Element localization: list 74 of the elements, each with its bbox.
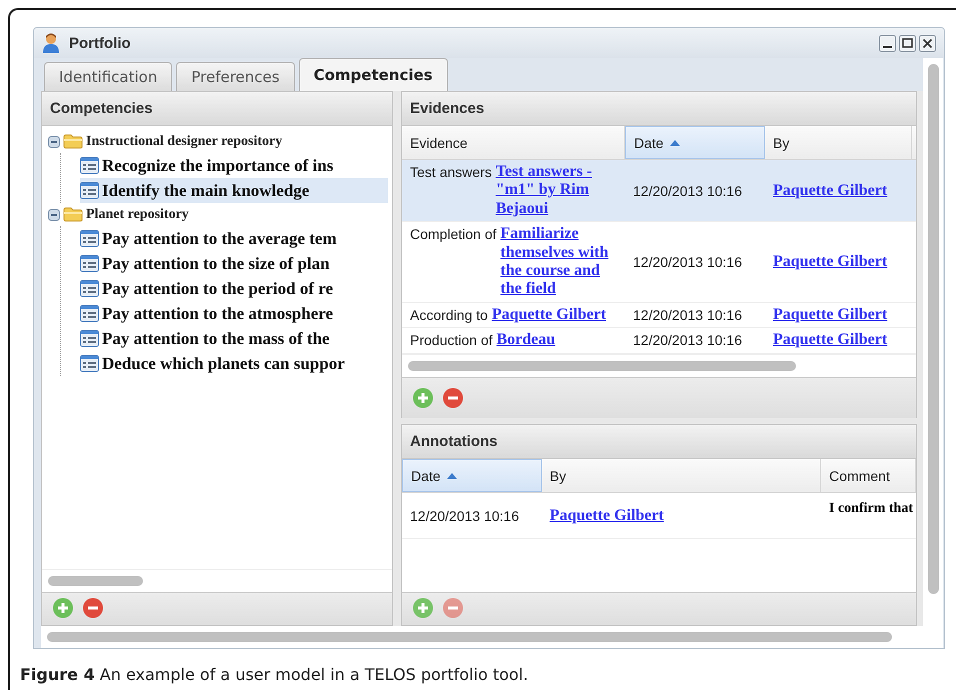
author-link[interactable]: Paquette Gilbert — [773, 182, 888, 200]
remove-icon[interactable] — [82, 597, 104, 619]
close-icon[interactable] — [919, 34, 936, 52]
table-cell: 12/20/2013 10:16 — [410, 508, 519, 524]
scrollbar-thumb[interactable] — [408, 360, 796, 371]
tab[interactable]: Preferences — [176, 62, 295, 91]
document-icon — [80, 255, 99, 272]
add-icon[interactable] — [412, 597, 434, 619]
tree-item[interactable]: Recognize the importance of ins — [80, 153, 392, 178]
sort-ascending-icon — [670, 140, 680, 146]
table-cell: I confirm that — [829, 501, 913, 517]
document-icon — [80, 330, 99, 347]
evidence-type: Production of — [410, 331, 492, 348]
column-header[interactable]: Date — [625, 126, 765, 159]
maximize-icon[interactable] — [899, 34, 916, 52]
tab[interactable]: Identification — [44, 62, 172, 91]
table-row[interactable]: Completion of Familiarize themselves with the course and the field 12/20/2013 10:16 Paquette Gilbert — [402, 222, 916, 303]
table-row[interactable]: Test answers Test answers - "m1" by Rim Bejaoui 12/20/2013 10:16 Paquette Gilbert — [402, 160, 916, 222]
scrollbar-thumb[interactable] — [928, 64, 938, 594]
evidence-type: Test answers — [410, 163, 492, 180]
evidence-type: Completion of — [410, 225, 496, 242]
panel-title: Evidences — [410, 100, 484, 117]
collapse-icon[interactable] — [48, 136, 60, 148]
scrollbar-thumb[interactable] — [47, 632, 892, 642]
column-header[interactable]: Comment — [821, 459, 916, 492]
figure-caption: Figure 4 An example of a user model in a TELOS portfolio tool. — [20, 665, 530, 684]
document-icon — [80, 355, 99, 372]
evidence-link[interactable]: Bordeau — [496, 331, 556, 350]
table-row[interactable]: Production of Bordeau 12/20/2013 10:16 Paquette Gilbert — [402, 328, 916, 354]
table-cell: 12/20/2013 10:16 — [633, 254, 742, 270]
author-link[interactable]: Paquette Gilbert — [550, 506, 664, 524]
document-icon — [80, 230, 99, 247]
document-icon — [80, 157, 99, 174]
table-cell: 12/20/2013 10:16 — [633, 332, 742, 348]
author-link[interactable]: Paquette Gilbert — [773, 306, 888, 324]
folder-icon — [63, 134, 83, 149]
remove-icon[interactable] — [442, 386, 464, 409]
table-row[interactable]: According to Paquette Gilbert 12/20/2013 10:16 Paquette Gilbert — [402, 302, 916, 328]
folder-icon — [63, 207, 83, 222]
evidence-link[interactable]: Paquette Gilbert — [492, 306, 606, 324]
table-cell: 12/20/2013 10:16 — [633, 182, 742, 199]
document-icon — [80, 305, 99, 322]
tree-item[interactable]: Pay attention to the mass of the — [80, 326, 392, 351]
table-cell: 12/20/2013 10:16 — [633, 306, 742, 323]
collapse-icon[interactable] — [48, 208, 60, 220]
document-icon — [80, 182, 99, 199]
evidence-link[interactable]: Familiarize themselves with the course and the field — [500, 225, 621, 299]
tree-item[interactable]: Pay attention to the average tem — [80, 226, 392, 251]
evidence-type: According to — [410, 306, 488, 323]
tree-item[interactable]: Deduce which planets can suppor — [80, 351, 392, 376]
document-icon — [80, 280, 99, 297]
author-link[interactable]: Paquette Gilbert — [773, 331, 888, 350]
tree-item[interactable]: Pay attention to the size of plan — [80, 251, 392, 276]
scrollbar-thumb[interactable] — [48, 576, 143, 586]
author-link[interactable]: Paquette Gilbert — [773, 252, 888, 271]
panel-title: Annotations — [410, 433, 498, 450]
tree-item[interactable]: Identify the main knowledge — [80, 178, 388, 203]
remove-icon[interactable] — [442, 597, 464, 619]
add-icon[interactable] — [412, 386, 434, 409]
panel-title: Competencies — [50, 100, 153, 117]
column-header[interactable]: Date — [402, 459, 542, 492]
evidence-link[interactable]: Test answers - "m1" by Rim Bejaoui — [496, 163, 621, 218]
window-title: Portfolio — [69, 34, 131, 52]
user-icon — [42, 33, 60, 53]
sort-ascending-icon — [446, 472, 457, 478]
column-header[interactable]: By — [765, 126, 912, 159]
tree-item[interactable]: Pay attention to the period of re — [80, 276, 392, 301]
tab[interactable]: Competencies — [298, 58, 448, 91]
tree-folder-label[interactable]: Instructional designer repository — [86, 134, 282, 150]
minimize-icon[interactable] — [879, 34, 896, 52]
add-icon[interactable] — [52, 597, 74, 619]
tree-folder-label[interactable]: Planet repository — [86, 206, 189, 222]
tree-item[interactable]: Pay attention to the atmosphere — [80, 301, 392, 326]
column-header[interactable]: By — [542, 459, 822, 492]
